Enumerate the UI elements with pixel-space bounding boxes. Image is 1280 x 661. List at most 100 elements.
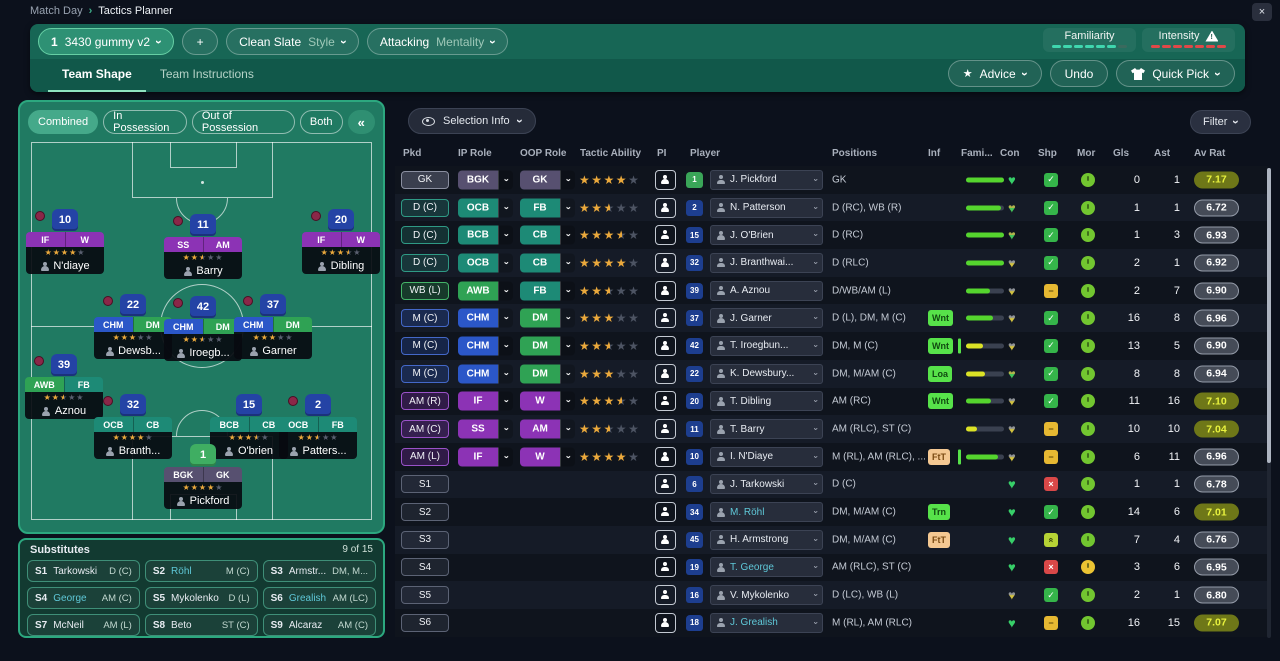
table-row[interactable]: S6 18 J. Grealish › M (RL), AM (RLC) ♥ − 16 15 7.… <box>395 609 1268 637</box>
table-row[interactable]: D (C) BCB › CB › ★★★★★ 15 J. O'Brien › D (RC) ♥ ✓ 1 3… <box>395 221 1268 250</box>
player-dropdown[interactable]: J. O'Brien › <box>710 225 823 246</box>
player-instructions-button[interactable] <box>655 446 676 467</box>
player-dropdown[interactable]: J. Pickford › <box>710 169 823 190</box>
table-row[interactable]: S3 45 H. Armstrong › DM, M/AM (C) FtT ♥ « 7 4 6.76 <box>395 525 1268 554</box>
player-dropdown[interactable]: T. Dibling › <box>710 391 823 412</box>
table-row[interactable]: S2 34 M. Röhl › DM, M/AM (C) Trn ♥ ✓ 14 6 7.01 <box>395 498 1268 526</box>
table-row[interactable]: D (C) OCB › FB › ★★★★★ 2 N. Patterson › D (RC), W… <box>395 193 1268 222</box>
breadcrumb-section[interactable]: Match Day <box>30 5 83 17</box>
player-instructions-button[interactable] <box>655 557 676 578</box>
column-header-pi[interactable]: PI <box>657 148 666 159</box>
player-dropdown[interactable]: J. Tarkowski › <box>710 474 823 495</box>
player-instructions-button[interactable] <box>655 391 676 412</box>
undo-button[interactable]: Undo <box>1049 60 1109 87</box>
pitch-player-10[interactable]: 10 IF W ★★★★★ N'diaye <box>26 207 104 274</box>
oop-role-dropdown[interactable]: FB › <box>520 281 575 301</box>
add-tactic-button[interactable]: + <box>182 28 219 55</box>
column-header-shp[interactable]: Shp <box>1038 148 1057 159</box>
player-instructions-button[interactable] <box>655 225 676 246</box>
substitute-chip-s7[interactable]: S7 McNeil AM (L) <box>27 614 140 636</box>
view-button-in-possession[interactable]: In Possession <box>103 110 187 134</box>
column-header-inf[interactable]: Inf <box>928 148 940 159</box>
column-header-fami-[interactable]: Fami... <box>961 148 993 159</box>
player-dropdown[interactable]: A. Aznou › <box>710 280 823 301</box>
oop-role-dropdown[interactable]: W › <box>520 447 575 467</box>
oop-role-dropdown[interactable]: W › <box>520 391 575 411</box>
oop-role-dropdown[interactable]: AM › <box>520 419 575 439</box>
player-dropdown[interactable]: K. Dewsbury... › <box>710 363 823 384</box>
player-dropdown[interactable]: T. Barry › <box>710 419 823 440</box>
table-row[interactable]: M (C) CHM › DM › ★★★★★ 42 T. Iroegbun... › DM, M … <box>395 332 1268 360</box>
column-header-player[interactable]: Player <box>690 148 720 159</box>
quick-pick-button[interactable]: Quick Pick › <box>1116 60 1235 87</box>
oop-role-dropdown[interactable]: GK › <box>520 170 575 190</box>
table-row[interactable]: M (C) CHM › DM › ★★★★★ 22 K. Dewsbury... › DM, M/… <box>395 359 1268 388</box>
column-header-con[interactable]: Con <box>1000 148 1019 159</box>
tactic-selector[interactable]: 1 3430 gummy v2 › <box>38 28 175 55</box>
column-header-pkd[interactable]: Pkd <box>403 148 421 159</box>
selection-info-dropdown[interactable]: Selection Info › <box>408 108 536 134</box>
table-row[interactable]: M (C) CHM › DM › ★★★★★ 37 J. Garner › D (L), DM, … <box>395 304 1268 333</box>
tab-team-shape[interactable]: Team Shape <box>48 67 146 92</box>
ip-role-dropdown[interactable]: CHM › <box>458 308 513 328</box>
oop-role-dropdown[interactable]: CB › <box>520 225 575 245</box>
player-instructions-button[interactable] <box>655 169 676 190</box>
pitch-player-1[interactable]: 1 BGK GK ★★★★★ Pickford <box>164 442 242 509</box>
ip-role-dropdown[interactable]: OCB › <box>458 198 513 218</box>
oop-role-dropdown[interactable]: DM › <box>520 308 575 328</box>
column-header-oop-role[interactable]: OOP Role <box>520 148 567 159</box>
substitute-chip-s5[interactable]: S5 Mykolenko D (L) <box>144 587 258 609</box>
player-dropdown[interactable]: J. Garner › <box>710 308 823 329</box>
player-dropdown[interactable]: N. Patterson › <box>710 197 823 218</box>
close-icon[interactable]: × <box>1252 3 1272 21</box>
pitch-player-11[interactable]: 11 SS AM ★★★★★ Barry <box>164 212 242 279</box>
table-row[interactable]: S1 6 J. Tarkowski › D (C) ♥ × 1 1 6.78 <box>395 470 1268 499</box>
oop-role-dropdown[interactable]: FB › <box>520 198 575 218</box>
column-header-ip-role[interactable]: IP Role <box>458 148 492 159</box>
ip-role-dropdown[interactable]: AWB › <box>458 281 513 301</box>
ip-role-dropdown[interactable]: IF › <box>458 447 513 467</box>
ip-role-dropdown[interactable]: BGK › <box>458 170 513 190</box>
column-header-tactic-ability[interactable]: Tactic Ability <box>580 148 641 159</box>
table-row[interactable]: AM (R) IF › W › ★★★★★ 20 T. Dibling › AM (RC) Wnt ♥… <box>395 387 1268 416</box>
scrollbar-thumb[interactable] <box>1267 168 1271 463</box>
substitute-chip-s6[interactable]: S6 Grealish AM (LC) <box>262 587 376 609</box>
mentality-selector[interactable]: Attacking Mentality › <box>366 28 509 55</box>
column-header-gls[interactable]: Gls <box>1113 148 1129 159</box>
table-row[interactable]: D (C) OCB › CB › ★★★★★ 32 J. Branthwai... › D (RL… <box>395 249 1268 277</box>
player-instructions-button[interactable] <box>655 252 676 273</box>
player-instructions-button[interactable] <box>655 612 676 633</box>
oop-role-dropdown[interactable]: CB › <box>520 253 575 273</box>
substitute-chip-s1[interactable]: S1 Tarkowski D (C) <box>27 560 140 582</box>
player-dropdown[interactable]: T. George › <box>710 557 823 578</box>
table-row[interactable]: S5 16 V. Mykolenko › D (LC), WB (L) ♥ ✓ 2 1 6.80 <box>395 581 1268 609</box>
table-row[interactable]: S4 19 T. George › AM (RLC), ST (C) ♥ × 3 6 6.95 <box>395 553 1268 582</box>
player-instructions-button[interactable] <box>655 280 676 301</box>
player-instructions-button[interactable] <box>655 474 676 495</box>
advice-button[interactable]: ★ Advice › <box>947 60 1042 87</box>
ip-role-dropdown[interactable]: IF › <box>458 391 513 411</box>
player-instructions-button[interactable] <box>655 419 676 440</box>
view-button-combined[interactable]: Combined <box>28 110 99 134</box>
ip-role-dropdown[interactable]: CHM › <box>458 364 513 384</box>
player-instructions-button[interactable] <box>655 335 676 356</box>
pitch-player-37[interactable]: 37 CHM DM ★★★★★ Garner <box>234 292 312 359</box>
oop-role-dropdown[interactable]: DM › <box>520 364 575 384</box>
column-header-ast[interactable]: Ast <box>1154 148 1170 159</box>
pitch-player-32[interactable]: 32 OCB CB ★★★★★ Branth... <box>94 392 172 459</box>
player-dropdown[interactable]: H. Armstrong › <box>710 529 823 550</box>
player-instructions-button[interactable] <box>655 529 676 550</box>
pitch-player-20[interactable]: 20 IF W ★★★★★ Dibling <box>302 207 380 274</box>
substitute-chip-s9[interactable]: S9 Alcaraz AM (C) <box>262 614 376 636</box>
table-row[interactable]: GK BGK › GK › ★★★★★ 1 J. Pickford › GK ♥ ✓ 0 1 7.17 <box>395 166 1268 194</box>
player-instructions-button[interactable] <box>655 502 676 523</box>
column-header-positions[interactable]: Positions <box>832 148 877 159</box>
column-header-mor[interactable]: Mor <box>1077 148 1095 159</box>
player-dropdown[interactable]: M. Röhl › <box>710 502 823 523</box>
pitch-player-22[interactable]: 22 CHM DM ★★★★★ Dewsb... <box>94 292 172 359</box>
view-button-out-of-possession[interactable]: Out of Possession <box>191 110 295 134</box>
ip-role-dropdown[interactable]: BCB › <box>458 225 513 245</box>
oop-role-dropdown[interactable]: DM › <box>520 336 575 356</box>
ip-role-dropdown[interactable]: CHM › <box>458 336 513 356</box>
tab-team-instructions[interactable]: Team Instructions <box>146 67 268 92</box>
